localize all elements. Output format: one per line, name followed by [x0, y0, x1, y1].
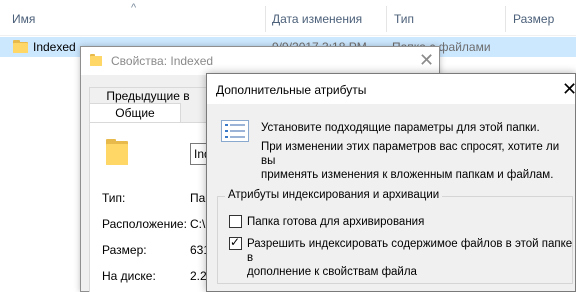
description-line: При изменении этих параметров вас спрося…: [261, 141, 560, 167]
advanced-title: Дополнительные атрибуты: [216, 83, 367, 97]
column-date[interactable]: Дата изменения: [272, 12, 362, 26]
disk-size-label: На диске:: [102, 269, 156, 283]
sort-ascending-icon: ^: [131, 2, 137, 14]
tab-general[interactable]: Общие: [89, 103, 181, 123]
column-divider[interactable]: [386, 6, 387, 32]
advanced-intro-text: Установите подходящие параметры для этой…: [261, 122, 540, 134]
folder-large-icon: [106, 139, 128, 165]
index-checkbox[interactable]: ✓: [229, 235, 242, 250]
advanced-attributes-dialog: Дополнительные атрибуты ✕ Установите под…: [206, 73, 576, 292]
folder-icon: [13, 40, 28, 53]
advanced-titlebar[interactable]: Дополнительные атрибуты ✕: [207, 74, 576, 104]
index-label-line: дополнение к свойствам файла: [247, 266, 417, 278]
location-value: C:\: [190, 217, 206, 231]
description-line: применять изменения к вложенным папкам и…: [261, 169, 554, 181]
archive-checkbox[interactable]: [229, 215, 242, 228]
size-label: Размер:: [102, 243, 147, 257]
index-label-line: Разрешить индексировать содержимое файло…: [247, 238, 573, 264]
properties-title: Свойства: Indexed: [111, 54, 214, 68]
close-icon[interactable]: ✕: [562, 79, 576, 100]
column-header-row: ^ Имя Дата изменения Тип Размер: [0, 0, 576, 36]
folder-icon: [90, 54, 102, 66]
index-checkbox-label[interactable]: Разрешить индексировать содержимое файло…: [247, 237, 575, 279]
column-divider[interactable]: [265, 6, 266, 32]
close-icon[interactable]: ✕: [419, 50, 434, 71]
index-archive-group-title: Атрибуты индексирования и архивации: [225, 189, 443, 201]
column-type[interactable]: Тип: [394, 12, 414, 26]
advanced-description: При изменении этих параметров вас спрося…: [261, 140, 571, 182]
location-label: Расположение:: [102, 217, 187, 231]
check-icon: ✓: [230, 235, 241, 249]
properties-titlebar[interactable]: Свойства: Indexed ✕: [81, 47, 439, 75]
attributes-list-icon: [221, 120, 249, 142]
column-size[interactable]: Размер: [513, 12, 554, 26]
column-name[interactable]: Имя: [12, 12, 35, 26]
type-label: Тип:: [102, 191, 126, 205]
file-name: Indexed: [33, 40, 76, 54]
column-divider[interactable]: [505, 6, 506, 32]
archive-checkbox-label[interactable]: Папка готова для архивирования: [247, 215, 424, 229]
